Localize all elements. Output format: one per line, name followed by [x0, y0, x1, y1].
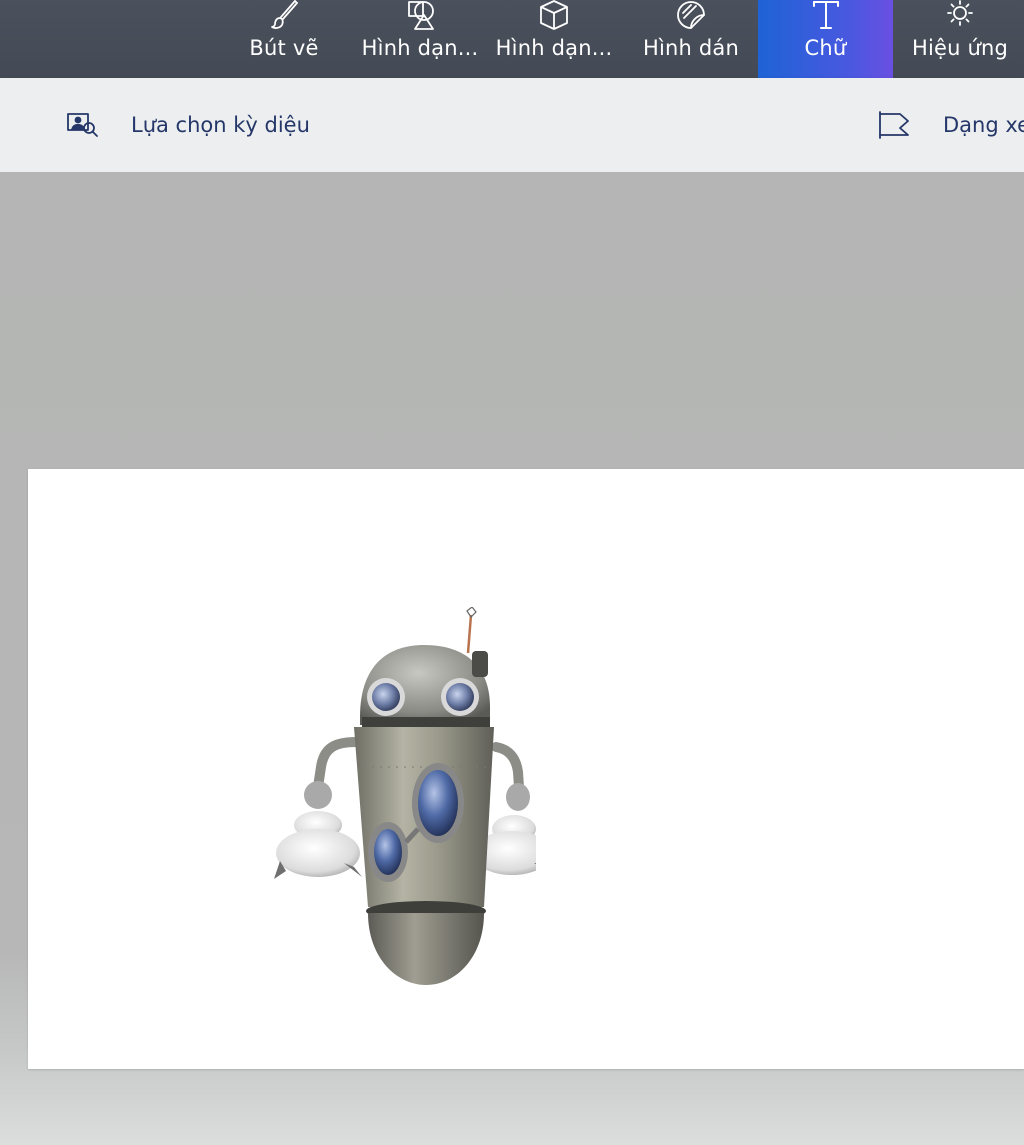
tool-label: Hình dạn... [495, 36, 613, 60]
tool-label: Chữ [804, 36, 847, 60]
view-flag-icon [876, 108, 912, 142]
top-toolbar: Bút vẽ Hình dạn... Hình dạn... Hình dán … [0, 0, 1024, 78]
view-mode-label: Dạng xem [943, 113, 1024, 137]
tool-2d-shapes[interactable]: Hình dạn... [358, 0, 482, 78]
command-bar: Lựa chọn kỳ diệu Dạng xem [0, 78, 1024, 172]
tool-text[interactable]: Chữ [758, 0, 893, 78]
text-icon [809, 0, 843, 32]
3d-shapes-icon [537, 0, 571, 32]
tool-3d-shapes[interactable]: Hình dạn... [492, 0, 616, 78]
tool-label: Bút vẽ [249, 36, 319, 60]
tool-stickers[interactable]: Hình dán [636, 0, 746, 78]
workspace [0, 172, 1024, 1145]
robot-3d-model[interactable] [246, 607, 536, 997]
effects-icon [943, 0, 977, 32]
brush-icon [267, 0, 301, 32]
2d-shapes-icon [403, 0, 437, 32]
tool-label: Hiệu ứng [911, 36, 1009, 60]
canvas[interactable] [28, 469, 1024, 1069]
tool-brushes[interactable]: Bút vẽ [236, 0, 332, 78]
tool-label: Hình dán [642, 36, 740, 60]
view-mode-button[interactable]: Dạng xem [876, 78, 1024, 172]
tool-effects[interactable]: Hiệu ứng [905, 0, 1015, 78]
tool-label: Hình dạn... [361, 36, 479, 60]
magic-select-button[interactable]: Lựa chọn kỳ diệu [64, 78, 310, 172]
magic-select-icon [64, 108, 100, 142]
stickers-icon [674, 0, 708, 32]
magic-select-label: Lựa chọn kỳ diệu [131, 113, 310, 137]
